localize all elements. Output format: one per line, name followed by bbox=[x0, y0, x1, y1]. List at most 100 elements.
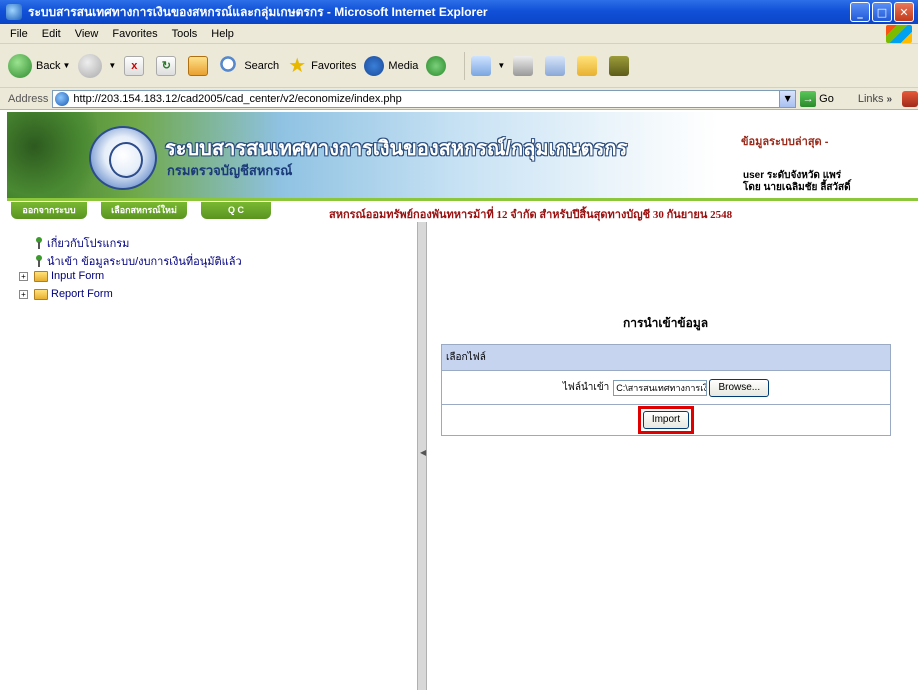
back-arrow-icon bbox=[8, 53, 32, 78]
user-name: โดย นายเฉลิมชัย ลี้สวัสดิ์ bbox=[743, 182, 851, 193]
file-row: ไฟล์นำเข้า C:\สารสนเทศทางการเงิน\ Browse… bbox=[442, 371, 890, 405]
back-button[interactable]: Back ▼ bbox=[8, 53, 71, 78]
import-form: เลือกไฟล์ ไฟล์นำเข้า C:\สารสนเทศทางการเง… bbox=[441, 344, 891, 436]
mail-button[interactable]: ▼ bbox=[471, 55, 506, 76]
expand-icon[interactable]: + bbox=[19, 271, 28, 281]
home-button[interactable] bbox=[188, 55, 212, 76]
mail-icon bbox=[471, 55, 492, 76]
address-dropdown-icon[interactable]: ▼ bbox=[779, 90, 796, 107]
collapse-arrow-icon[interactable]: ◀ bbox=[420, 448, 426, 457]
tree-item-about[interactable]: เกี่ยวกับโปรแกรม bbox=[35, 234, 129, 252]
search-icon bbox=[220, 55, 241, 76]
page-header-banner: ระบบสารสนเทศทางการเงินของสหกรณ์/กลุ่มเกษ… bbox=[7, 112, 918, 198]
dropdown-arrow-icon: ▼ bbox=[108, 61, 117, 70]
standard-toolbar: Back ▼ ▼ x ↻ Search ★ Favorites Media ▼ bbox=[0, 44, 918, 88]
folder-icon bbox=[34, 270, 48, 282]
title-bar: ระบบสารสนเทศทางการเงินของสหกรณ์และกลุ่มเ… bbox=[0, 0, 918, 24]
print-button[interactable] bbox=[513, 55, 537, 76]
messenger-icon bbox=[609, 55, 630, 76]
menu-file[interactable]: File bbox=[10, 28, 28, 40]
dropdown-arrow-icon: ▼ bbox=[497, 61, 506, 70]
forward-button[interactable]: ▼ bbox=[78, 53, 117, 78]
minimize-button[interactable]: _ bbox=[850, 2, 870, 22]
search-label: Search bbox=[244, 59, 280, 72]
menu-edit[interactable]: Edit bbox=[42, 28, 61, 40]
links-toolbar[interactable]: Links» bbox=[858, 93, 892, 105]
address-bar: Address http://203.154.183.12/cad2005/ca… bbox=[0, 88, 918, 110]
refresh-icon: ↻ bbox=[156, 55, 177, 76]
media-label: Media bbox=[388, 59, 419, 72]
windows-logo-icon bbox=[886, 25, 912, 43]
logout-tab[interactable]: ออกจากระบบ bbox=[11, 202, 87, 219]
media-icon bbox=[364, 55, 385, 76]
extension-icon[interactable] bbox=[902, 90, 918, 107]
back-label: Back bbox=[36, 59, 61, 72]
menu-view[interactable]: View bbox=[75, 28, 99, 40]
go-arrow-icon: → bbox=[800, 90, 817, 107]
department-seal-logo bbox=[89, 126, 157, 190]
stop-button[interactable]: x bbox=[124, 55, 148, 76]
expand-icon[interactable]: + bbox=[19, 289, 28, 299]
pin-icon bbox=[35, 237, 43, 249]
address-input[interactable]: http://203.154.183.12/cad2005/cad_center… bbox=[52, 89, 797, 108]
menu-favorites[interactable]: Favorites bbox=[112, 28, 157, 40]
file-label: ไฟล์นำเข้า bbox=[562, 382, 610, 393]
folder-icon bbox=[34, 288, 48, 300]
dropdown-arrow-icon: ▼ bbox=[62, 61, 71, 70]
stop-icon: x bbox=[124, 55, 145, 76]
user-info: user ระดับจังหวัด แพร่ โดย นายเฉลิมชัย ล… bbox=[743, 170, 851, 194]
address-label: Address bbox=[8, 92, 49, 105]
file-path-input[interactable]: C:\สารสนเทศทางการเงิน\ bbox=[613, 379, 708, 396]
user-level: user ระดับจังหวัด แพร่ bbox=[743, 170, 842, 181]
search-button[interactable]: Search bbox=[220, 55, 280, 76]
refresh-button[interactable]: ↻ bbox=[156, 55, 180, 76]
tree-item-import-data[interactable]: นำเข้า ข้อมูลระบบ/งบการเงินที่อนุมัติแล้… bbox=[35, 252, 242, 270]
banner-tree-image bbox=[7, 112, 97, 198]
tree-item-input-form[interactable]: + Input Form bbox=[19, 270, 104, 282]
menu-tools[interactable]: Tools bbox=[172, 28, 198, 40]
forward-arrow-icon bbox=[78, 53, 103, 78]
form-title: การนำเข้าข้อมูล bbox=[623, 316, 709, 330]
window-title: ระบบสารสนเทศทางการเงินของสหกรณ์และกลุ่มเ… bbox=[28, 4, 488, 19]
action-row: Import bbox=[442, 405, 890, 435]
history-button[interactable] bbox=[426, 55, 450, 76]
latest-data-label: ข้อมูลระบบล่าสุด - bbox=[741, 136, 829, 148]
home-icon bbox=[188, 55, 209, 76]
links-label: Links bbox=[857, 92, 884, 105]
edit-icon bbox=[545, 55, 566, 76]
favorites-button[interactable]: ★ Favorites bbox=[287, 56, 356, 76]
toolbar-separator bbox=[464, 51, 466, 80]
qc-tab[interactable]: Q C bbox=[201, 202, 271, 219]
page-icon bbox=[55, 91, 70, 106]
print-icon bbox=[513, 55, 534, 76]
menu-help[interactable]: Help bbox=[211, 28, 234, 40]
messenger-button[interactable] bbox=[609, 55, 633, 76]
maximize-button[interactable]: □ bbox=[872, 2, 892, 22]
browse-button[interactable]: Browse... bbox=[709, 378, 770, 397]
frame-splitter[interactable]: ◀ bbox=[417, 222, 427, 690]
left-menu-frame: เกี่ยวกับโปรแกรม นำเข้า ข้อมูลระบบ/งบการ… bbox=[7, 222, 417, 690]
import-button[interactable]: Import bbox=[643, 411, 689, 429]
star-icon: ★ bbox=[288, 54, 307, 77]
form-section-header: เลือกไฟล์ bbox=[442, 345, 890, 371]
content-frame: การนำเข้าข้อมูล เลือกไฟล์ ไฟล์นำเข้า C:\… bbox=[427, 222, 918, 690]
edit-button[interactable] bbox=[545, 55, 569, 76]
media-button[interactable]: Media bbox=[364, 55, 419, 76]
address-url: http://203.154.183.12/cad2005/cad_center… bbox=[73, 92, 402, 105]
favorites-label: Favorites bbox=[311, 59, 357, 72]
window-controls: _ □ ✕ bbox=[850, 2, 914, 22]
folder-icon bbox=[577, 55, 598, 76]
tree-item-report-form[interactable]: + Report Form bbox=[19, 288, 113, 300]
nav-strip: ออกจากระบบ เลือกสหกรณ์ใหม่ Q C สหกรณ์ออม… bbox=[7, 198, 918, 221]
pin-icon bbox=[35, 255, 43, 267]
tree-item-label: นำเข้า ข้อมูลระบบ/งบการเงินที่อนุมัติแล้… bbox=[47, 256, 242, 268]
menu-bar: File Edit View Favorites Tools Help bbox=[0, 24, 918, 44]
history-icon bbox=[426, 55, 447, 76]
import-highlight: Import bbox=[638, 406, 694, 434]
select-cooperative-tab[interactable]: เลือกสหกรณ์ใหม่ bbox=[101, 202, 187, 219]
close-button[interactable]: ✕ bbox=[894, 2, 914, 22]
tree-item-label: Report Form bbox=[51, 288, 113, 300]
folder-button[interactable] bbox=[577, 55, 601, 76]
go-button[interactable]: → Go bbox=[800, 90, 834, 107]
department-name: กรมตรวจบัญชีสหกรณ์ bbox=[167, 163, 293, 178]
